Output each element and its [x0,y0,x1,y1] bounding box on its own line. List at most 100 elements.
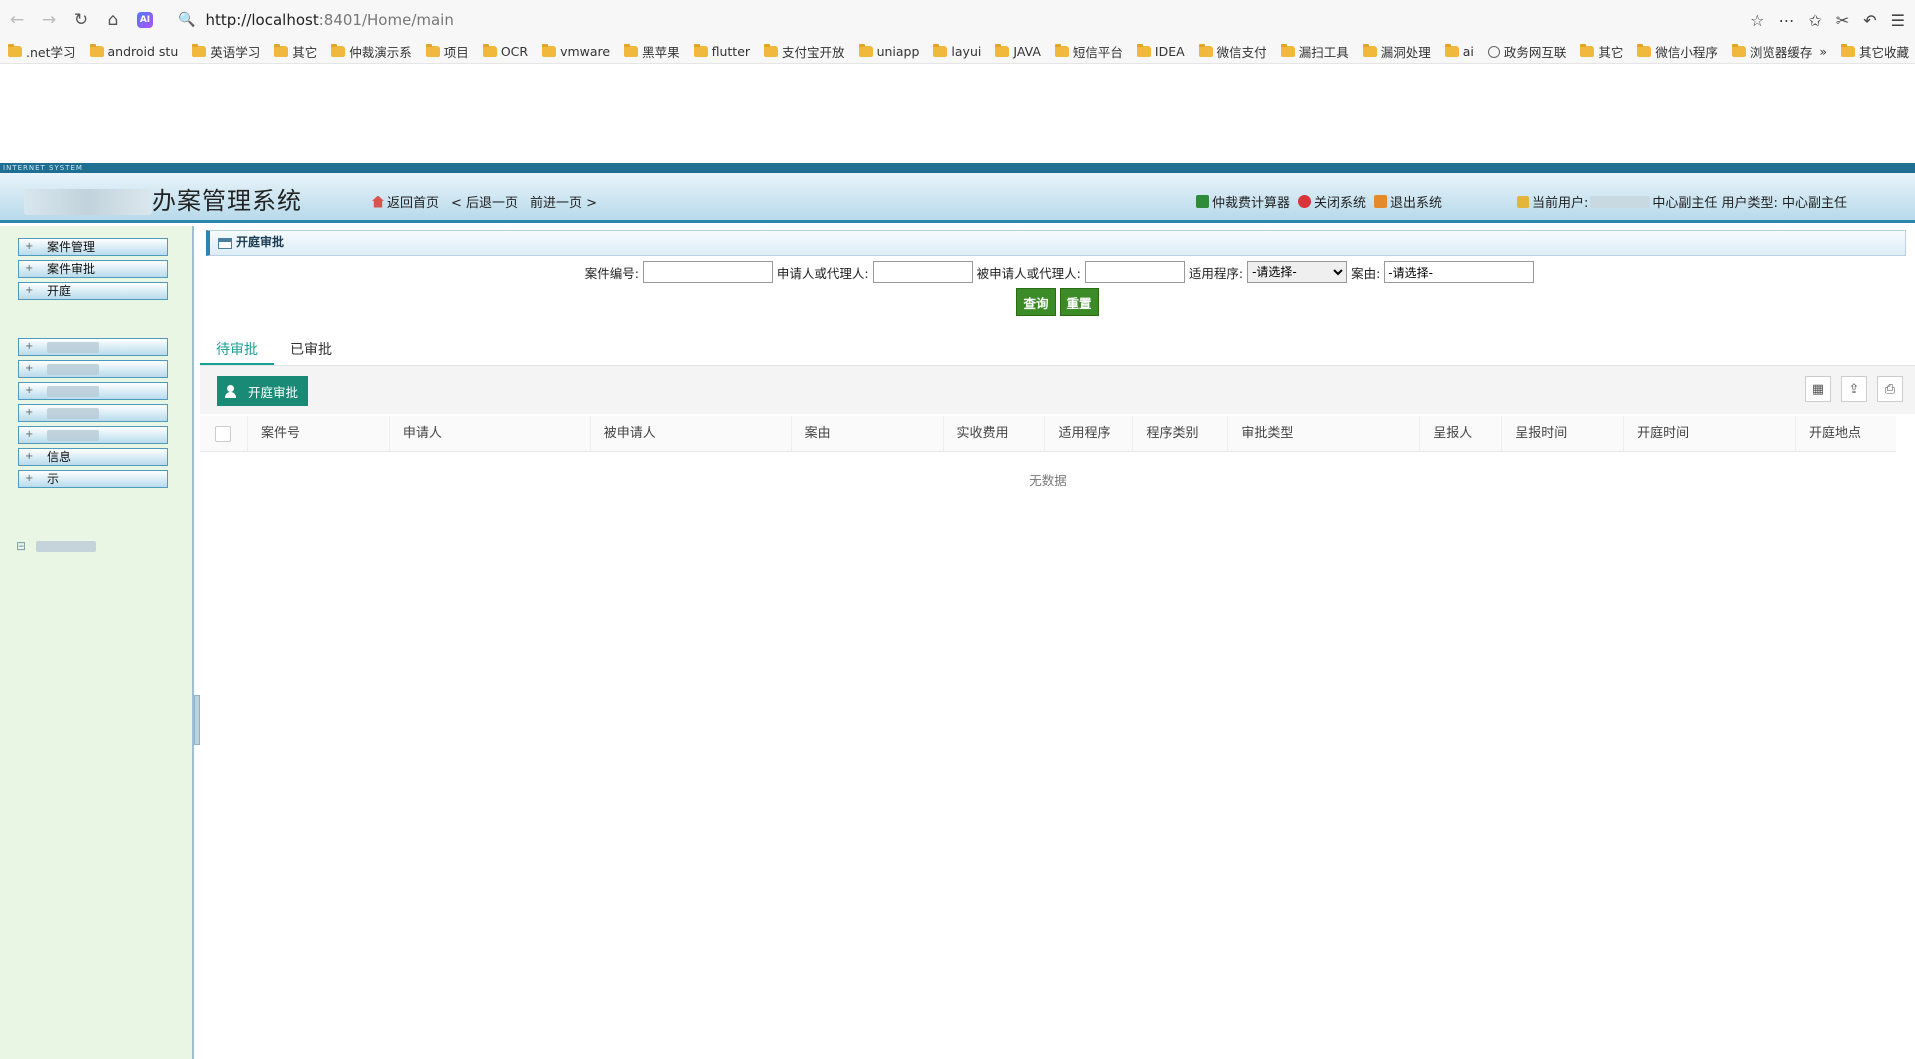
more-icon[interactable]: ⋯ [1778,11,1794,30]
column-header[interactable]: 程序类别 [1133,416,1229,451]
home-icon[interactable]: ⌂ [98,5,128,35]
forward-arrow-icon[interactable]: → [34,5,64,35]
sidebar-item-6[interactable]: + [18,404,168,422]
users-icon [225,384,243,398]
sidebar-item-2[interactable]: + 开庭 [18,282,168,300]
address-bar[interactable]: 🔍 http://localhost:8401/Home/main [178,5,1738,35]
cause-input[interactable] [1384,261,1535,283]
search-buttons: 查询 重置 [200,288,1915,316]
undo-icon[interactable]: ↶ [1863,11,1876,30]
bookmark-item[interactable]: 漏洞处理 [1362,42,1431,61]
folder-icon [542,44,557,57]
back-arrow-icon[interactable]: ← [2,5,32,35]
close-system-link[interactable]: 关闭系统 [1298,192,1366,211]
ai-icon[interactable]: AI [130,5,160,35]
sidebar-item-1[interactable]: + 案件审批 [18,260,168,278]
column-header[interactable]: 案件号 [248,416,390,451]
column-header[interactable]: 开庭地点 [1796,416,1896,451]
case-no-input[interactable] [642,261,773,283]
column-header[interactable]: 呈报人 [1420,416,1503,451]
bookmark-item[interactable]: 浏览器缓存 [1731,42,1812,61]
folder-icon [482,44,497,57]
procedure-select[interactable]: -请选择- [1247,261,1348,283]
bookmark-item[interactable]: 支付宝开放 [764,42,845,61]
column-header[interactable]: 被申请人 [591,416,792,451]
back-link[interactable]: < 后退一页 [451,192,518,211]
folder-icon [1136,44,1151,57]
home-link[interactable]: 返回首页 [372,192,439,211]
bookmark-item[interactable]: 微信支付 [1198,42,1267,61]
label-redacted [47,408,99,419]
header-nav: 返回首页 < 后退一页 前进一页 > [372,192,597,211]
column-header[interactable]: 开庭时间 [1624,416,1797,451]
folder-icon [8,44,22,57]
sidebar-item-3[interactable]: + [18,338,168,356]
scissors-icon[interactable]: ✂ [1836,11,1849,30]
system-title: 办案管理系统 [24,181,302,216]
bookmark-item[interactable]: IDEA [1136,44,1185,59]
sidebar-item-5[interactable]: + [18,382,168,400]
user-lock-icon [1517,195,1529,208]
bookmark-item[interactable]: 短信平台 [1054,42,1123,61]
bookmark-item[interactable]: uniapp [858,44,919,59]
bookmark-item[interactable]: 其它 [1580,42,1623,61]
folder-icon [693,44,708,57]
empty-message: 无数据 [1029,473,1067,488]
folder-icon [274,44,289,57]
respondent-input[interactable] [1084,261,1185,283]
sidebar-item-9[interactable]: + 示 [18,470,168,488]
bookmark-item[interactable]: 仲裁演示系 [331,42,412,61]
favorites-icon[interactable]: ✩ [1808,11,1821,30]
bookmark-item[interactable]: vmware [542,44,610,59]
menu-icon[interactable]: ☰ [1891,11,1905,30]
bookmark-item[interactable]: JAVA [995,44,1041,59]
bookmark-item[interactable]: 政务网互联 [1487,42,1566,61]
tab-pending[interactable]: 待审批 [200,336,274,365]
logout-link[interactable]: 退出系统 [1374,192,1442,211]
bookmark-item[interactable]: flutter [693,44,750,59]
column-header[interactable]: 申请人 [390,416,591,451]
bookmark-item[interactable]: 漏扫工具 [1280,42,1349,61]
bookmark-label: 其它 [1598,45,1624,60]
sidebar-item-0[interactable]: + 案件管理 [18,238,168,256]
approve-hearing-button[interactable]: 开庭审批 [217,376,309,406]
applicant-input[interactable] [872,261,973,283]
bookmark-item[interactable]: 项目 [425,42,469,61]
forward-link[interactable]: 前进一页 > [530,192,597,211]
other-bookmarks[interactable]: 其它收藏 [1840,42,1909,61]
bookmarks-overflow[interactable]: » [1819,44,1827,59]
sidebar-item-7[interactable]: + [18,426,168,444]
column-header[interactable]: 适用程序 [1045,416,1134,451]
bookmark-item[interactable]: 黑苹果 [624,42,680,61]
export-icon[interactable]: ⇪ [1841,376,1867,402]
bookmark-item[interactable]: OCR [482,44,528,59]
star-icon[interactable]: ☆ [1750,11,1764,30]
bookmarks-bar: .net学习 android stu 英语学习 其它 仲裁演示系 项目 OCR vmware 黑… [0,40,1915,64]
sidebar-item-8[interactable]: + 信息 [18,448,168,466]
folder-icon [764,44,779,57]
bookmark-item[interactable]: 其它 [274,42,317,61]
bookmark-item[interactable]: 微信小程序 [1637,42,1718,61]
sidebar: + 案件管理 + 案件审批 + 开庭 ⊟ + + + + + + 信息 + 示 [0,226,194,1059]
sidebar-item-4[interactable]: + [18,360,168,378]
bookmark-item[interactable]: .net学习 [8,42,76,61]
bookmark-label: 微信支付 [1216,45,1267,60]
column-header[interactable]: 审批类型 [1228,416,1421,451]
bookmark-item[interactable]: 英语学习 [192,42,260,61]
reload-icon[interactable]: ↻ [66,5,96,35]
bookmark-item[interactable]: layui [933,44,981,59]
label-redacted [47,386,99,397]
calculator-link[interactable]: 仲裁费计算器 [1196,192,1290,211]
query-button[interactable]: 查询 [1016,288,1056,316]
sidebar-group[interactable]: ⊟ [16,539,97,553]
column-header[interactable]: 实收费用 [944,416,1046,451]
reset-button[interactable]: 重置 [1059,288,1099,316]
bookmark-item[interactable]: android stu [89,44,178,59]
print-icon[interactable]: ⎙ [1877,376,1903,402]
select-all-checkbox[interactable] [215,426,231,442]
bookmark-item[interactable]: ai [1444,44,1474,59]
columns-icon[interactable]: ▦ [1805,376,1831,402]
tab-approved[interactable]: 已审批 [274,336,348,365]
column-header[interactable]: 案由 [792,416,944,451]
column-header[interactable]: 呈报时间 [1502,416,1625,451]
